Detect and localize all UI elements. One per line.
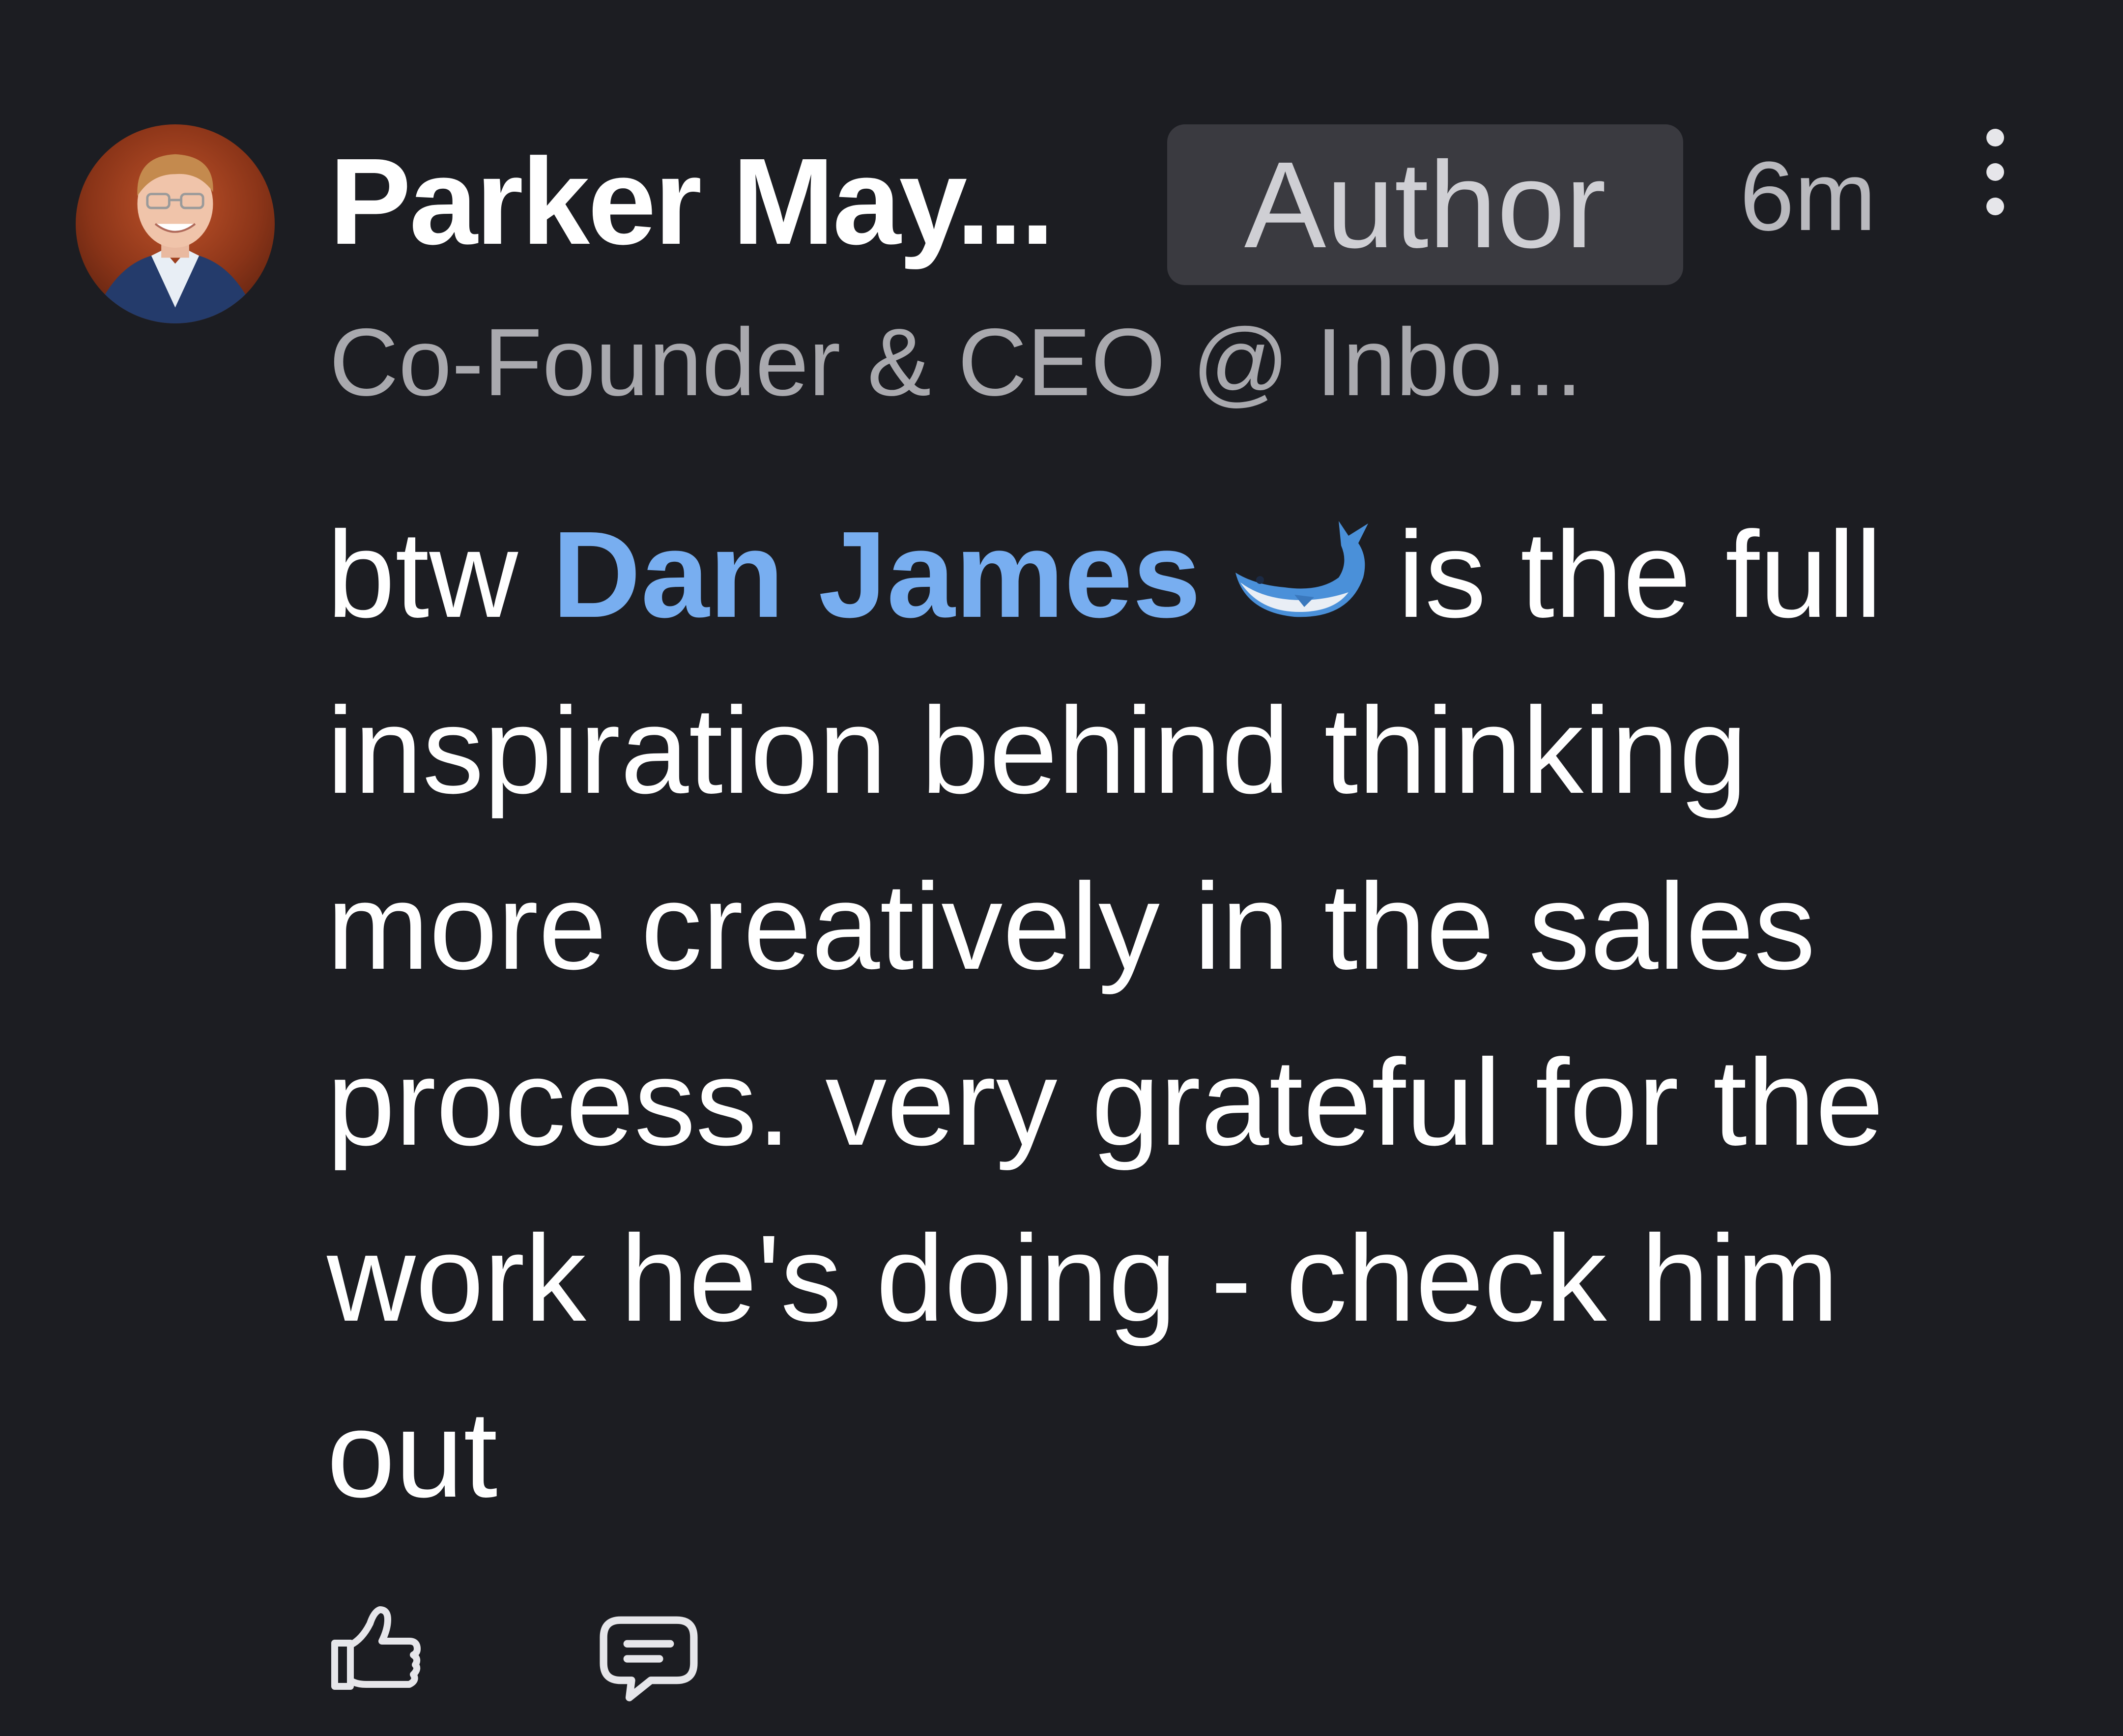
profile-photo: [91, 154, 259, 323]
more-options-button[interactable]: [1961, 125, 2030, 224]
author-name[interactable]: Parker May...: [329, 140, 1055, 263]
comment-text-prefix: btw: [327, 506, 552, 643]
comment-icon: [600, 1616, 698, 1702]
whale-emoji-icon: [1221, 514, 1383, 637]
author-headline: Co-Founder & CEO @ Inbo...: [329, 309, 1582, 416]
author-badge: Author: [1167, 124, 1683, 285]
like-button[interactable]: [327, 1600, 425, 1698]
comment-text: btw Dan James is the full inspiration be…: [327, 487, 1998, 1542]
comment-card: Parker May... Author 6m Co-Founder & CEO…: [0, 0, 2123, 1736]
vertical-ellipsis-icon: [1986, 129, 2004, 215]
thumbs-up-icon: [331, 1606, 421, 1690]
reply-button[interactable]: [595, 1607, 703, 1710]
mention-link[interactable]: Dan James: [552, 506, 1201, 643]
avatar[interactable]: [76, 124, 275, 323]
comment-timestamp: 6m: [1740, 142, 1876, 251]
comment-text-suffix: is the full inspiration behind thinking …: [327, 506, 1884, 1523]
